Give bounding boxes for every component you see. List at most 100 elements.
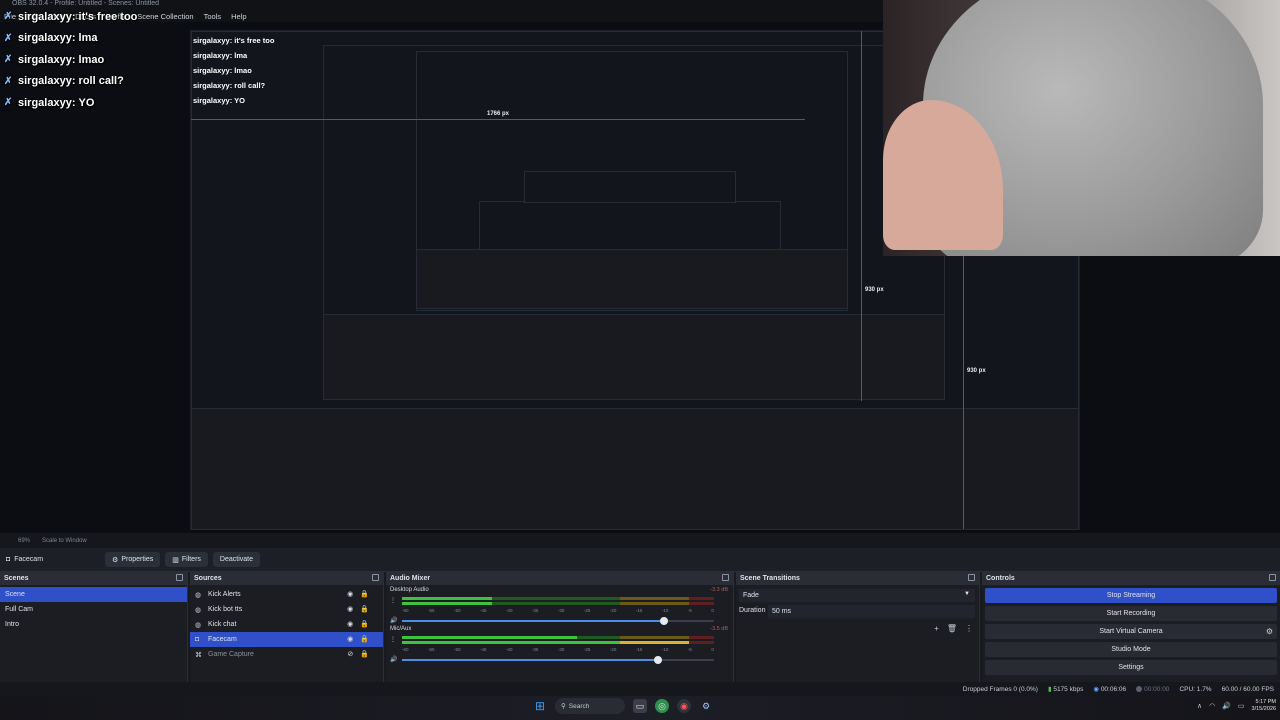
kick-chat-icon: ✗ bbox=[4, 11, 13, 23]
nested-preview-5 bbox=[524, 171, 736, 203]
eye-icon[interactable]: ◉ bbox=[347, 620, 353, 628]
undock-icon[interactable] bbox=[722, 574, 729, 581]
source-toolbar: ◘ Facecam ⚙ Properties ▥ Filters Deactivat… bbox=[0, 548, 1280, 572]
scale-mode[interactable]: Scale to Window bbox=[42, 538, 87, 544]
speaker-icon[interactable]: 🔊 bbox=[390, 656, 397, 663]
chat-message: ✗ sirgalaxyy: YO bbox=[4, 96, 95, 109]
undock-icon[interactable] bbox=[372, 574, 379, 581]
camera-icon: ◘ bbox=[6, 556, 11, 563]
wifi-icon[interactable]: ◠ bbox=[1209, 702, 1215, 710]
nested-ui-2 bbox=[323, 314, 945, 400]
taskbar-search[interactable]: ⚲ Search bbox=[555, 698, 625, 714]
chat-message: ✗ sirgalaxyy: lmao bbox=[4, 53, 105, 66]
volume-icon[interactable]: 🔊 bbox=[1222, 702, 1231, 710]
eye-icon[interactable]: ◉ bbox=[347, 590, 353, 598]
mic-meter-2 bbox=[402, 641, 714, 644]
add-icon[interactable]: + bbox=[934, 624, 939, 633]
kick-chat-icon: ✗ bbox=[4, 32, 13, 44]
speaker-icon[interactable]: 🔊 bbox=[390, 617, 397, 624]
lock-icon[interactable]: 🔒 bbox=[360, 605, 369, 613]
obs-icon[interactable]: ◉ bbox=[677, 699, 691, 713]
eye-icon[interactable]: ◉ bbox=[347, 605, 353, 613]
browser-icon: ◍ bbox=[195, 606, 202, 614]
gamepad-icon: ⌘ bbox=[195, 651, 202, 659]
start-virtual-camera-button[interactable]: Start Virtual Camera ⚙ bbox=[985, 624, 1277, 639]
lock-icon[interactable]: 🔒 bbox=[360, 590, 369, 598]
lock-icon[interactable]: 🔒 bbox=[360, 635, 369, 643]
nested-chat: sirgalaxyy: it's free too sirgalaxyy: lm… bbox=[193, 36, 275, 105]
settings-app-icon[interactable]: ⚙ bbox=[699, 699, 713, 713]
menu-help[interactable]: Help bbox=[231, 12, 246, 21]
chat-overlay: ✗ sirgalaxyy: it's free too ✗ sirgalaxyy… bbox=[4, 6, 189, 114]
lock-icon[interactable]: 🔒 bbox=[360, 620, 369, 628]
desktop-level bbox=[402, 597, 493, 600]
network-icon: ▮ bbox=[1047, 686, 1052, 693]
chat-message: ✗ sirgalaxyy: lma bbox=[4, 32, 98, 45]
mixer-settings-icon[interactable]: ⋮ bbox=[390, 636, 396, 643]
gear-icon[interactable]: ⚙ bbox=[1266, 627, 1273, 636]
clock[interactable]: 5:17 PM 3/15/2026 bbox=[1252, 699, 1276, 713]
windows-start-icon[interactable]: ⊞ bbox=[533, 699, 547, 713]
undock-icon[interactable] bbox=[176, 574, 183, 581]
scene-item-intro[interactable]: Intro bbox=[0, 617, 187, 632]
mixer-header: Audio Mixer bbox=[386, 572, 733, 585]
battery-icon[interactable]: ▭ bbox=[1238, 702, 1245, 710]
mixer-settings-icon[interactable]: ⋮ bbox=[390, 597, 396, 604]
desktop-level-2 bbox=[402, 602, 493, 605]
kick-chat-icon: ✗ bbox=[4, 54, 13, 66]
desktop-meter-1 bbox=[402, 597, 714, 600]
eye-icon[interactable]: ◉ bbox=[347, 635, 353, 643]
source-item-kick-alerts[interactable]: ◍ Kick Alerts ◉ 🔒 bbox=[190, 587, 383, 602]
gear-icon: ⚙ bbox=[112, 556, 119, 564]
dropped-frames: Dropped Frames 0 (0.0%) bbox=[962, 685, 1038, 693]
menu-dots-icon[interactable]: ⋮ bbox=[965, 624, 973, 633]
lock-icon[interactable]: 🔒 bbox=[360, 650, 369, 658]
source-item-kick-bot-tts[interactable]: ◍ Kick bot tts ◉ 🔒 bbox=[190, 602, 383, 617]
deactivate-button[interactable]: Deactivate bbox=[212, 552, 260, 567]
start-recording-button[interactable]: Start Recording bbox=[985, 606, 1277, 621]
desktop-volume-fader[interactable] bbox=[402, 617, 714, 625]
studio-mode-button[interactable]: Studio Mode bbox=[985, 642, 1277, 657]
zoom-level[interactable]: 69% bbox=[18, 538, 30, 544]
record-icon bbox=[1136, 685, 1143, 692]
mic-meter-1 bbox=[402, 636, 714, 639]
filters-button[interactable]: ▥ Filters bbox=[165, 552, 208, 567]
mic-level bbox=[402, 636, 577, 639]
mic-volume-fader[interactable] bbox=[402, 656, 714, 664]
scene-item-full-cam[interactable]: Full Cam bbox=[0, 602, 187, 617]
eye-hidden-icon[interactable]: ⊘ bbox=[347, 650, 353, 658]
tray-overflow-icon[interactable]: ∧ bbox=[1197, 702, 1202, 710]
source-item-game-capture[interactable]: ⌘ Game Capture ⊘ 🔒 bbox=[190, 647, 383, 662]
guide-line-v2 bbox=[861, 31, 862, 401]
menu-tools[interactable]: Tools bbox=[204, 12, 222, 21]
desktop-ticks: -60 -55 -50 -45 -40 -35 -30 -25 -20 -15 -10 -5 0 bbox=[402, 608, 714, 613]
settings-button[interactable]: Settings bbox=[985, 660, 1277, 675]
px-label-width: 1766 px bbox=[487, 111, 510, 117]
stop-streaming-button[interactable]: Stop Streaming bbox=[985, 588, 1277, 603]
trash-icon[interactable]: 🗑 bbox=[947, 624, 957, 633]
properties-button[interactable]: ⚙ Properties bbox=[105, 552, 161, 567]
chrome-icon[interactable]: ◎ bbox=[655, 699, 669, 713]
duration-input[interactable]: 50 ms bbox=[768, 605, 975, 618]
transition-select[interactable]: Fade ▼ bbox=[739, 589, 975, 602]
task-view-icon[interactable]: ▭ bbox=[633, 699, 647, 713]
sources-header: Sources bbox=[190, 572, 383, 585]
broadcast-icon: ◉ bbox=[1093, 686, 1099, 693]
guide-line-v1 bbox=[963, 251, 964, 529]
nested-preview-4 bbox=[479, 201, 781, 251]
transitions-header: Scene Transitions bbox=[736, 572, 979, 585]
source-item-kick-chat[interactable]: ◍ Kick chat ◉ 🔒 bbox=[190, 617, 383, 632]
system-tray: ∧ ◠ 🔊 ▭ 5:17 PM 3/15/2026 bbox=[1197, 699, 1276, 713]
status-bar: Dropped Frames 0 (0.0%) ▮ 5175 kbps ◉ 00… bbox=[0, 682, 1280, 696]
scenes-header: Scenes bbox=[0, 572, 187, 585]
filter-icon: ▥ bbox=[172, 556, 179, 564]
scene-item-scene[interactable]: Scene bbox=[0, 587, 187, 602]
undock-icon[interactable] bbox=[1269, 574, 1276, 581]
fps: 60.00 / 60.00 FPS bbox=[1221, 685, 1274, 693]
kick-chat-icon: ✗ bbox=[4, 97, 13, 109]
search-icon: ⚲ bbox=[561, 703, 566, 710]
source-item-facecam[interactable]: ◘ Facecam ◉ 🔒 bbox=[190, 632, 383, 647]
undock-icon[interactable] bbox=[968, 574, 975, 581]
taskbar: ⊞ ⚲ Search ▭ ◎ ◉ ⚙ ∧ ◠ 🔊 ▭ 5:17 PM 3/15/2… bbox=[0, 696, 1280, 720]
chat-message: ✗ sirgalaxyy: roll call? bbox=[4, 75, 124, 88]
